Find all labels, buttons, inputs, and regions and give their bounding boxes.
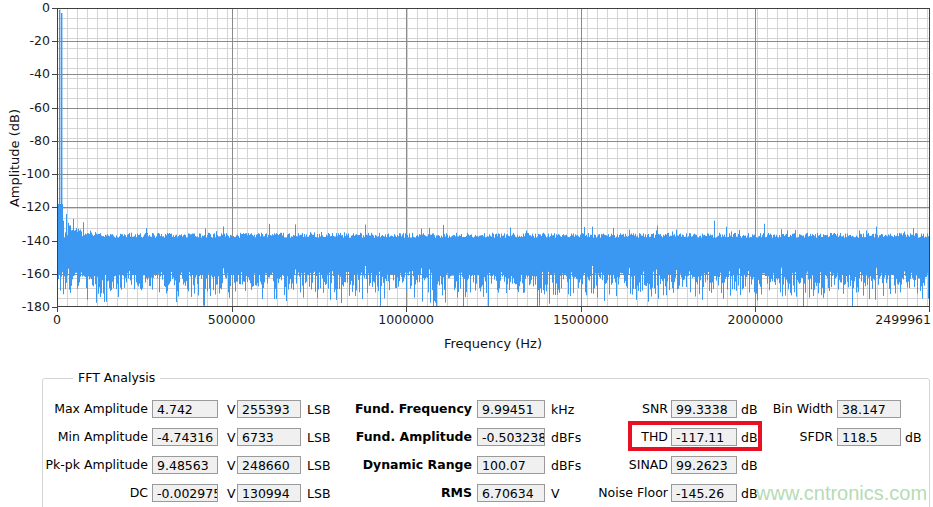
x-tick-label: 0 — [53, 312, 61, 327]
field-unit: dBFs — [551, 458, 581, 473]
field-label: Bin Width — [773, 401, 833, 416]
field-value-box[interactable]: 99.3338 — [671, 400, 737, 418]
x-tick-mark — [406, 307, 407, 312]
x-tick-mark — [755, 307, 756, 312]
y-tick-label: -100 — [10, 166, 50, 181]
field-value-box[interactable]: 9.99451 — [477, 400, 545, 418]
y-tick-label: -20 — [10, 33, 50, 48]
field-value-box[interactable]: 9.48563 — [152, 456, 218, 474]
field-value-box[interactable]: 6.70634 — [477, 484, 545, 502]
field-label: RMS — [441, 485, 472, 500]
y-tick-mark — [52, 41, 57, 42]
field-unit: dBFs — [551, 430, 581, 445]
field-value-box[interactable]: -0.002975 — [152, 484, 218, 502]
field-label: Dynamic Range — [363, 457, 472, 472]
x-tick-label: 1000000 — [378, 312, 434, 327]
field-label: SFDR — [800, 429, 833, 444]
field-label: DC — [130, 485, 148, 500]
y-tick-label: -120 — [10, 199, 50, 214]
field-unit: dB — [741, 458, 758, 473]
field-label: Min Amplitude — [58, 429, 148, 444]
y-tick-label: -60 — [10, 100, 50, 115]
field-value-box[interactable]: 99.2623 — [671, 456, 737, 474]
field-value-box[interactable]: 255393 — [237, 400, 301, 418]
field-label: SINAD — [629, 457, 668, 472]
field-unit: LSB — [307, 430, 330, 445]
field-value-box[interactable]: -0.503238 — [477, 428, 545, 446]
x-axis-title: Frequency (Hz) — [444, 336, 542, 351]
y-tick-mark — [52, 207, 57, 208]
fft-analyzer-window: Amplitude (dB) Frequency (Hz) FFT Analys… — [0, 0, 933, 507]
x-tick-mark — [232, 307, 233, 312]
x-tick-label: 2000000 — [728, 312, 784, 327]
x-tick-label: 2499961 — [875, 312, 931, 327]
field-label: Fund. Frequency — [355, 401, 472, 416]
field-value-box[interactable]: 4.742 — [152, 400, 218, 418]
field-unit: V — [551, 486, 560, 501]
field-unit: LSB — [307, 486, 330, 501]
field-value-box[interactable]: 38.147 — [837, 400, 901, 418]
y-tick-mark — [52, 241, 57, 242]
y-tick-label: 0 — [10, 0, 50, 15]
field-unit: dB — [741, 402, 758, 417]
fft-plot-canvas — [57, 8, 930, 307]
field-value-box[interactable]: 6733 — [237, 428, 301, 446]
field-label: Noise Floor — [598, 485, 668, 500]
field-unit: kHz — [551, 402, 574, 417]
field-value-box[interactable]: -145.26 — [671, 484, 737, 502]
y-tick-mark — [52, 108, 57, 109]
field-label: Pk-pk Amplitude — [46, 457, 149, 472]
y-tick-label: -140 — [10, 233, 50, 248]
x-tick-label: 1500000 — [553, 312, 609, 327]
field-value-box[interactable]: -4.74316 — [152, 428, 218, 446]
y-tick-label: -40 — [10, 66, 50, 81]
groupbox-title: FFT Analysis — [73, 370, 160, 385]
field-unit: LSB — [307, 402, 330, 417]
x-tick-mark — [929, 307, 930, 312]
y-tick-mark — [52, 8, 57, 9]
field-unit: dB — [905, 430, 922, 445]
field-value-box[interactable]: 248660 — [237, 456, 301, 474]
field-unit: V — [227, 402, 236, 417]
field-value-box[interactable]: 100.07 — [477, 456, 545, 474]
y-tick-label: -180 — [10, 299, 50, 314]
x-tick-mark — [581, 307, 582, 312]
x-tick-label: 500000 — [208, 312, 256, 327]
watermark-text: www.cntronics.com — [756, 482, 927, 505]
field-unit: LSB — [307, 458, 330, 473]
field-value-box[interactable]: 118.5 — [837, 428, 901, 446]
y-tick-mark — [52, 174, 57, 175]
y-tick-label: -160 — [10, 266, 50, 281]
y-axis-title: Amplitude (dB) — [7, 109, 22, 207]
y-tick-mark — [52, 274, 57, 275]
y-tick-label: -80 — [10, 133, 50, 148]
field-unit: V — [227, 458, 236, 473]
y-tick-mark — [52, 74, 57, 75]
field-unit: V — [227, 486, 236, 501]
field-label: Fund. Amplitude — [356, 429, 472, 444]
field-value-box[interactable]: 130994 — [237, 484, 301, 502]
thd-highlight-box — [628, 421, 762, 451]
x-tick-mark — [57, 307, 58, 312]
field-label: Max Amplitude — [54, 401, 148, 416]
y-tick-mark — [52, 141, 57, 142]
field-unit: V — [227, 430, 236, 445]
field-label: SNR — [642, 401, 668, 416]
